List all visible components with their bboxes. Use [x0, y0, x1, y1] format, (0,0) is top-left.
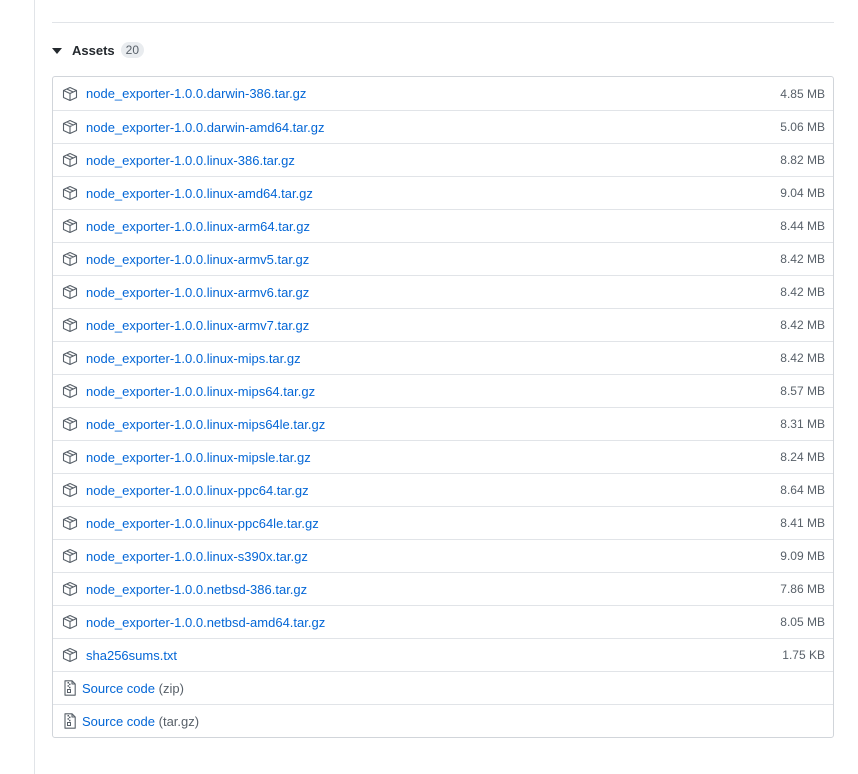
package-icon [62, 218, 78, 234]
asset-download-link[interactable]: node_exporter-1.0.0.darwin-386.tar.gz [86, 86, 306, 101]
asset-download-link[interactable]: node_exporter-1.0.0.linux-s390x.tar.gz [86, 549, 308, 564]
asset-download-link[interactable]: node_exporter-1.0.0.linux-amd64.tar.gz [86, 186, 313, 201]
asset-size: 7.86 MB [780, 582, 825, 596]
asset-row: node_exporter-1.0.0.linux-mips64.tar.gz … [53, 374, 833, 407]
asset-size: 8.42 MB [780, 318, 825, 332]
asset-size: 9.04 MB [780, 186, 825, 200]
asset-download-link[interactable]: node_exporter-1.0.0.linux-ppc64le.tar.gz [86, 516, 319, 531]
asset-download-link[interactable]: node_exporter-1.0.0.linux-mips64le.tar.g… [86, 417, 325, 432]
asset-row: node_exporter-1.0.0.linux-armv7.tar.gz 8… [53, 308, 833, 341]
package-icon [62, 119, 78, 135]
file-zip-icon [62, 713, 78, 729]
package-icon [62, 581, 78, 597]
asset-size: 8.64 MB [780, 483, 825, 497]
asset-download-link[interactable]: node_exporter-1.0.0.netbsd-386.tar.gz [86, 582, 307, 597]
asset-row: node_exporter-1.0.0.linux-ppc64le.tar.gz… [53, 506, 833, 539]
asset-row: node_exporter-1.0.0.netbsd-amd64.tar.gz … [53, 605, 833, 638]
asset-download-link[interactable]: node_exporter-1.0.0.linux-386.tar.gz [86, 153, 295, 168]
asset-row: node_exporter-1.0.0.linux-arm64.tar.gz 8… [53, 209, 833, 242]
assets-count-badge: 20 [120, 42, 144, 58]
source-code-zip-link[interactable]: Source code (zip) [82, 681, 184, 696]
asset-size: 8.44 MB [780, 219, 825, 233]
asset-size: 1.75 KB [782, 648, 825, 662]
asset-download-link[interactable]: sha256sums.txt [86, 648, 177, 663]
asset-download-link[interactable]: node_exporter-1.0.0.linux-mips.tar.gz [86, 351, 301, 366]
package-icon [62, 317, 78, 333]
asset-list: node_exporter-1.0.0.darwin-386.tar.gz 4.… [52, 76, 834, 738]
asset-size: 8.42 MB [780, 285, 825, 299]
asset-size: 8.31 MB [780, 417, 825, 431]
asset-download-link[interactable]: node_exporter-1.0.0.darwin-amd64.tar.gz [86, 120, 324, 135]
asset-row: node_exporter-1.0.0.linux-amd64.tar.gz 9… [53, 176, 833, 209]
asset-row: node_exporter-1.0.0.linux-armv5.tar.gz 8… [53, 242, 833, 275]
source-code-format: (zip) [158, 680, 184, 696]
source-code-targz-row: Source code (tar.gz) [53, 704, 833, 737]
source-code-format: (tar.gz) [158, 713, 200, 729]
package-icon [62, 152, 78, 168]
assets-toggle[interactable]: Assets 20 [52, 40, 144, 60]
asset-size: 5.06 MB [780, 120, 825, 134]
source-code-zip-row: Source code (zip) [53, 671, 833, 704]
asset-row: node_exporter-1.0.0.darwin-386.tar.gz 4.… [53, 77, 833, 110]
asset-row: sha256sums.txt 1.75 KB [53, 638, 833, 671]
asset-download-link[interactable]: node_exporter-1.0.0.linux-armv5.tar.gz [86, 252, 309, 267]
file-zip-icon [62, 680, 78, 696]
asset-size: 8.41 MB [780, 516, 825, 530]
package-icon [62, 647, 78, 663]
asset-size: 8.57 MB [780, 384, 825, 398]
assets-title: Assets [72, 42, 115, 58]
package-icon [62, 383, 78, 399]
asset-size: 8.42 MB [780, 351, 825, 365]
package-icon [62, 449, 78, 465]
asset-download-link[interactable]: node_exporter-1.0.0.netbsd-amd64.tar.gz [86, 615, 325, 630]
asset-download-link[interactable]: node_exporter-1.0.0.linux-mips64.tar.gz [86, 384, 315, 399]
asset-download-link[interactable]: node_exporter-1.0.0.linux-arm64.tar.gz [86, 219, 310, 234]
asset-size: 8.24 MB [780, 450, 825, 464]
asset-size: 9.09 MB [780, 549, 825, 563]
asset-row: node_exporter-1.0.0.netbsd-386.tar.gz 7.… [53, 572, 833, 605]
asset-size: 8.05 MB [780, 615, 825, 629]
package-icon [62, 515, 78, 531]
source-code-label: Source code [82, 713, 155, 729]
asset-row: node_exporter-1.0.0.linux-ppc64.tar.gz 8… [53, 473, 833, 506]
asset-download-link[interactable]: node_exporter-1.0.0.linux-mipsle.tar.gz [86, 450, 311, 465]
package-icon [62, 350, 78, 366]
asset-row: node_exporter-1.0.0.linux-s390x.tar.gz 9… [53, 539, 833, 572]
triangle-down-icon [52, 47, 62, 54]
source-code-targz-link[interactable]: Source code (tar.gz) [82, 714, 199, 729]
section-divider [52, 22, 834, 23]
package-icon [62, 548, 78, 564]
asset-size: 8.42 MB [780, 252, 825, 266]
asset-download-link[interactable]: node_exporter-1.0.0.linux-armv6.tar.gz [86, 285, 309, 300]
package-icon [62, 416, 78, 432]
asset-row: node_exporter-1.0.0.linux-armv6.tar.gz 8… [53, 275, 833, 308]
asset-download-link[interactable]: node_exporter-1.0.0.linux-ppc64.tar.gz [86, 483, 309, 498]
package-icon [62, 284, 78, 300]
asset-row: node_exporter-1.0.0.linux-386.tar.gz 8.8… [53, 143, 833, 176]
release-page: Assets 20 node_exporter-1.0.0.darwin-386… [0, 0, 858, 774]
timeline-rule [34, 0, 35, 774]
package-icon [62, 482, 78, 498]
asset-download-link[interactable]: node_exporter-1.0.0.linux-armv7.tar.gz [86, 318, 309, 333]
asset-row: node_exporter-1.0.0.linux-mips.tar.gz 8.… [53, 341, 833, 374]
asset-size: 8.82 MB [780, 153, 825, 167]
asset-row: node_exporter-1.0.0.linux-mips64le.tar.g… [53, 407, 833, 440]
package-icon [62, 185, 78, 201]
asset-row: node_exporter-1.0.0.darwin-amd64.tar.gz … [53, 110, 833, 143]
package-icon [62, 251, 78, 267]
asset-size: 4.85 MB [780, 86, 825, 101]
package-icon [62, 86, 78, 102]
source-code-label: Source code [82, 680, 155, 696]
package-icon [62, 614, 78, 630]
asset-row: node_exporter-1.0.0.linux-mipsle.tar.gz … [53, 440, 833, 473]
